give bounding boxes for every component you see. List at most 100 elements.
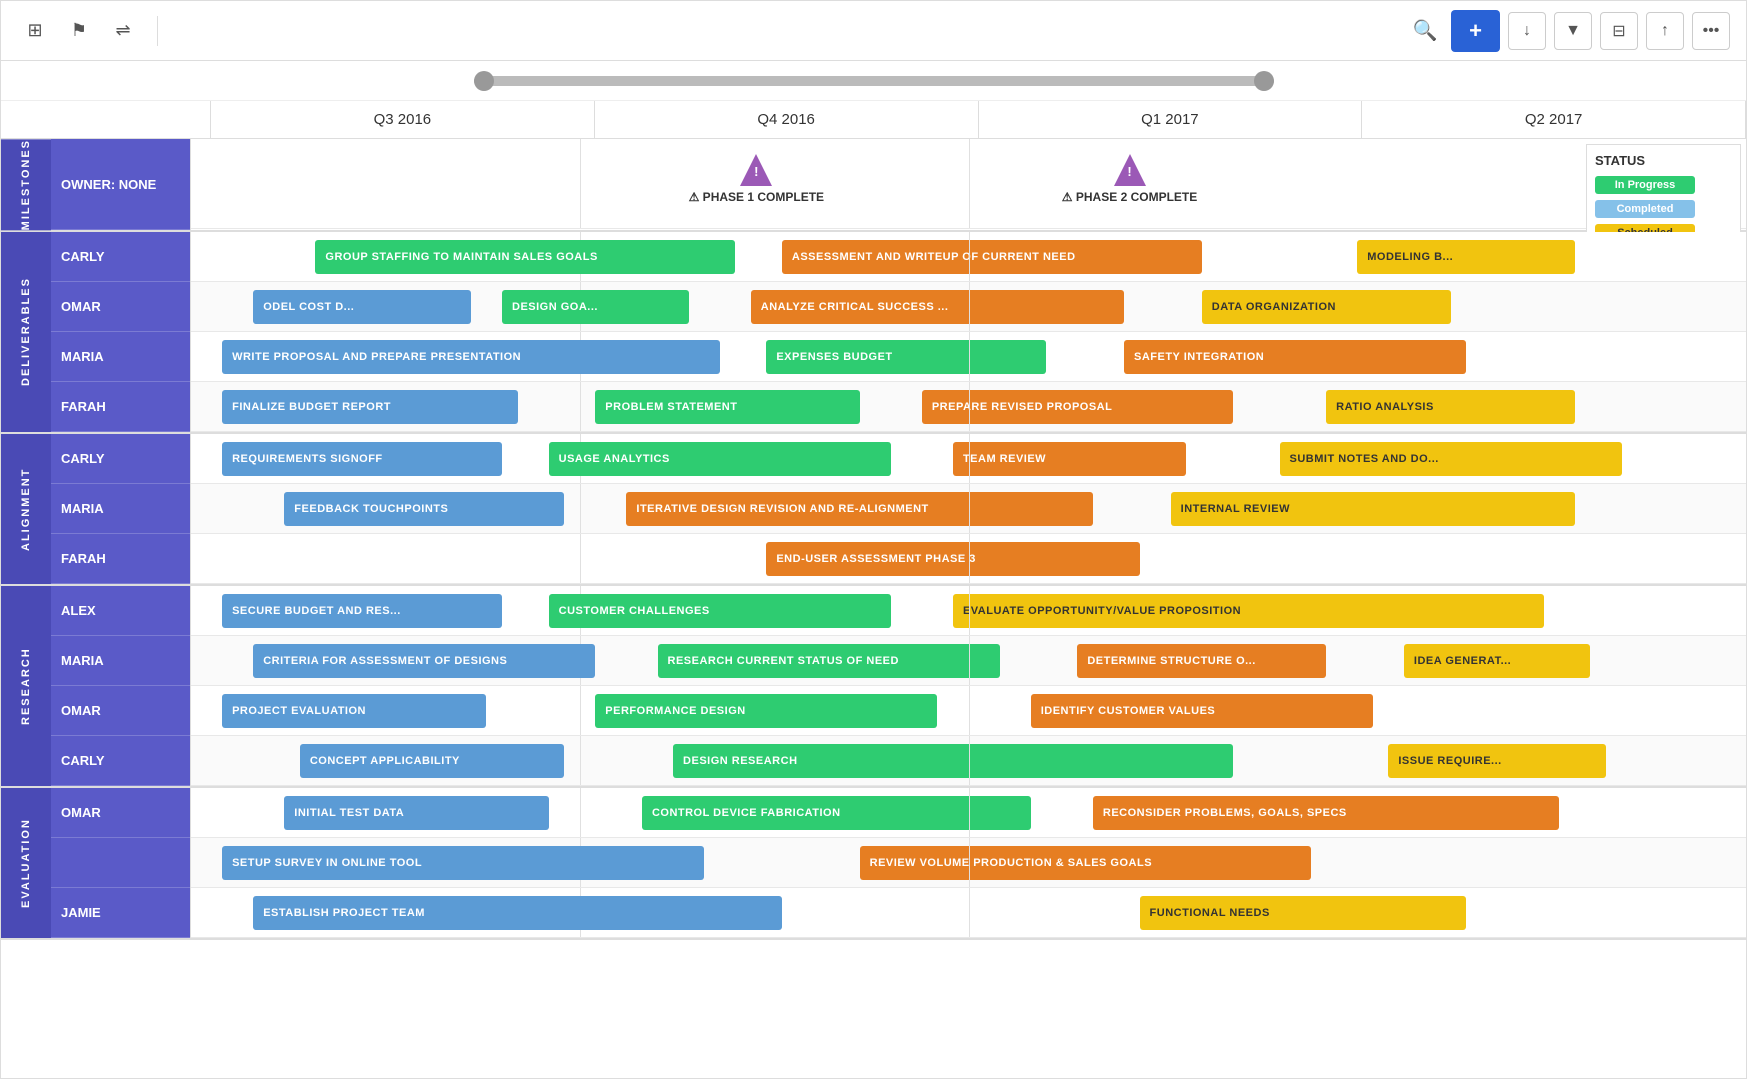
task-expenses-budget[interactable]: EXPENSES BUDGET [766,340,1046,374]
milestone-triangle-phase2: ! [1114,154,1146,186]
task-analyze-critical[interactable]: ANALYZE CRITICAL SUCCESS ... [751,290,1124,324]
connections-button[interactable]: ⇌ [105,13,141,49]
section-deliverables: DELIVERABLES CARLY OMAR MARIA FARAH GROU… [1,232,1746,434]
milestone-phase2: ! ⚠ PHASE 2 COMPLETE [1062,154,1197,204]
deliverables-row-0: GROUP STAFFING TO MAINTAIN SALES GOALS A… [191,232,1746,282]
owner-alex-r: ALEX [51,586,190,636]
timeline-slider-track[interactable] [474,76,1274,86]
more-button[interactable]: ••• [1692,12,1730,50]
toolbar-separator-1 [157,16,158,46]
task-team-review[interactable]: TEAM REVIEW [953,442,1186,476]
owner-none: OWNER: NONE [51,139,190,230]
task-control-device-fab[interactable]: CONTROL DEVICE FABRICATION [642,796,1031,830]
research-owner-col: ALEX MARIA OMAR CARLY [51,586,191,786]
status-in-progress-badge: In Progress [1595,176,1695,194]
task-design-goa[interactable]: DESIGN GOA... [502,290,689,324]
task-customer-challenges[interactable]: CUSTOMER CHALLENGES [549,594,891,628]
task-prepare-revised[interactable]: PREPARE REVISED PROPOSAL [922,390,1233,424]
task-initial-test-data[interactable]: INITIAL TEST DATA [284,796,548,830]
evaluation-row-0: INITIAL TEST DATA CONTROL DEVICE FABRICA… [191,788,1746,838]
add-plus-icon: + [1469,18,1482,44]
status-completed-item: Completed [1595,200,1732,218]
deliverables-owner-col: CARLY OMAR MARIA FARAH [51,232,191,432]
search-button[interactable]: 🔍 [1407,13,1443,49]
quarter-q1-2017: Q1 2017 [979,101,1363,138]
owner-maria-a: MARIA [51,484,190,534]
evaluation-rows: INITIAL TEST DATA CONTROL DEVICE FABRICA… [191,788,1746,938]
owner-maria-d: MARIA [51,332,190,382]
milestones-owner-col: OWNER: NONE [51,139,191,230]
task-internal-review[interactable]: INTERNAL REVIEW [1171,492,1575,526]
task-establish-project-team[interactable]: ESTABLISH PROJECT TEAM [253,896,782,930]
task-modeling[interactable]: MODELING B... [1357,240,1575,274]
section-milestones: MILESTONES OWNER: NONE ! [1,139,1746,232]
table-button[interactable]: ⊟ [1600,12,1638,50]
task-odel-cost[interactable]: ODEL COST D... [253,290,471,324]
task-reconsider-problems[interactable]: RECONSIDER PROBLEMS, GOALS, SPECS [1093,796,1560,830]
task-usage-analytics[interactable]: USAGE ANALYTICS [549,442,891,476]
task-performance-design[interactable]: PERFORMANCE DESIGN [595,694,937,728]
timeline-slider-area [1,61,1746,101]
task-idea-generate[interactable]: IDEA GENERAT... [1404,644,1591,678]
quarter-q4-2016: Q4 2016 [595,101,979,138]
toolbar: ⊞ ⚑ ⇌ 🔍 + ↓ ▼ ⊟ ↑ ••• [1,1,1746,61]
task-safety-integration[interactable]: SAFETY INTEGRATION [1124,340,1466,374]
task-setup-survey[interactable]: SETUP SURVEY IN ONLINE TOOL [222,846,704,880]
owner-empty-e [51,838,190,888]
header-spacer [1,101,211,138]
task-problem-statement[interactable]: PROBLEM STATEMENT [595,390,859,424]
evaluation-row-2: ESTABLISH PROJECT TEAM FUNCTIONAL NEEDS [191,888,1746,938]
task-ratio-analysis[interactable]: RATIO ANALYSIS [1326,390,1575,424]
task-iterative-design[interactable]: ITERATIVE DESIGN REVISION AND RE-ALIGNME… [626,492,1093,526]
quarter-q3-2016: Q3 2016 [211,101,595,138]
task-submit-notes[interactable]: SUBMIT NOTES AND DO... [1280,442,1622,476]
task-review-volume[interactable]: REVIEW VOLUME PRODUCTION & SALES GOALS [860,846,1311,880]
add-button[interactable]: + [1451,10,1500,52]
deliverables-row-2: WRITE PROPOSAL AND PREPARE PRESENTATION … [191,332,1746,382]
task-assessment-writeup[interactable]: ASSESSMENT AND WRITEUP OF CURRENT NEED [782,240,1202,274]
task-evaluate-opportunity[interactable]: EVALUATE OPPORTUNITY/VALUE PROPOSITION [953,594,1544,628]
milestone-row: ! ⚠ PHASE 1 COMPLETE ! ⚠ PHASE 2 COMPLET… [191,139,1746,229]
task-write-proposal[interactable]: WRITE PROPOSAL AND PREPARE PRESENTATION [222,340,720,374]
task-group-staffing[interactable]: GROUP STAFFING TO MAINTAIN SALES GOALS [315,240,735,274]
grid-view-button[interactable]: ⊞ [17,13,53,49]
owner-farah-a: FARAH [51,534,190,584]
owner-omar-e: OMAR [51,788,190,838]
owner-omar-d: OMAR [51,282,190,332]
task-research-current-status[interactable]: RESEARCH CURRENT STATUS OF NEED [658,644,1000,678]
research-row-1: CRITERIA FOR ASSESSMENT OF DESIGNS RESEA… [191,636,1746,686]
owner-maria-r: MARIA [51,636,190,686]
milestone-phase2-label: ⚠ PHASE 2 COMPLETE [1062,190,1197,204]
task-issue-require[interactable]: ISSUE REQUIRE... [1388,744,1606,778]
main-content: Q3 2016 Q4 2016 Q1 2017 Q2 2017 MILESTON… [1,101,1746,1078]
upload-button[interactable]: ↑ [1646,12,1684,50]
slider-thumb-left[interactable] [474,71,494,91]
alignment-owner-col: CARLY MARIA FARAH [51,434,191,584]
task-determine-structure[interactable]: DETERMINE STRUCTURE O... [1077,644,1326,678]
section-label-evaluation: EVALUATION [1,788,51,938]
download-button[interactable]: ↓ [1508,12,1546,50]
filter-button[interactable]: ▼ [1554,12,1592,50]
evaluation-row-1: SETUP SURVEY IN ONLINE TOOL REVIEW VOLUM… [191,838,1746,888]
task-design-research[interactable]: DESIGN RESEARCH [673,744,1233,778]
task-concept-applicability[interactable]: CONCEPT APPLICABILITY [300,744,564,778]
flag-button[interactable]: ⚑ [61,13,97,49]
section-research: RESEARCH ALEX MARIA OMAR CARLY SECURE BU… [1,586,1746,788]
task-functional-needs[interactable]: FUNCTIONAL NEEDS [1140,896,1467,930]
task-feedback-touchpoints[interactable]: FEEDBACK TOUCHPOINTS [284,492,564,526]
alignment-row-2: END-USER ASSESSMENT PHASE 3 [191,534,1746,584]
owner-jamie-e: JAMIE [51,888,190,938]
research-row-2: PROJECT EVALUATION PERFORMANCE DESIGN ID… [191,686,1746,736]
task-end-user-assessment[interactable]: END-USER ASSESSMENT PHASE 3 [766,542,1139,576]
slider-thumb-right[interactable] [1254,71,1274,91]
task-finalize-budget[interactable]: FINALIZE BUDGET REPORT [222,390,517,424]
exclaim-icon-2: ! [1127,164,1131,179]
task-criteria-assessment[interactable]: CRITERIA FOR ASSESSMENT OF DESIGNS [253,644,595,678]
section-alignment: ALIGNMENT CARLY MARIA FARAH REQUIREMENTS… [1,434,1746,586]
task-data-organization[interactable]: DATA ORGANIZATION [1202,290,1451,324]
owner-omar-r: OMAR [51,686,190,736]
task-project-evaluation[interactable]: PROJECT EVALUATION [222,694,486,728]
task-requirements-signoff[interactable]: REQUIREMENTS SIGNOFF [222,442,502,476]
task-identify-customer-values[interactable]: IDENTIFY CUSTOMER VALUES [1031,694,1373,728]
task-secure-budget[interactable]: SECURE BUDGET AND RES... [222,594,502,628]
